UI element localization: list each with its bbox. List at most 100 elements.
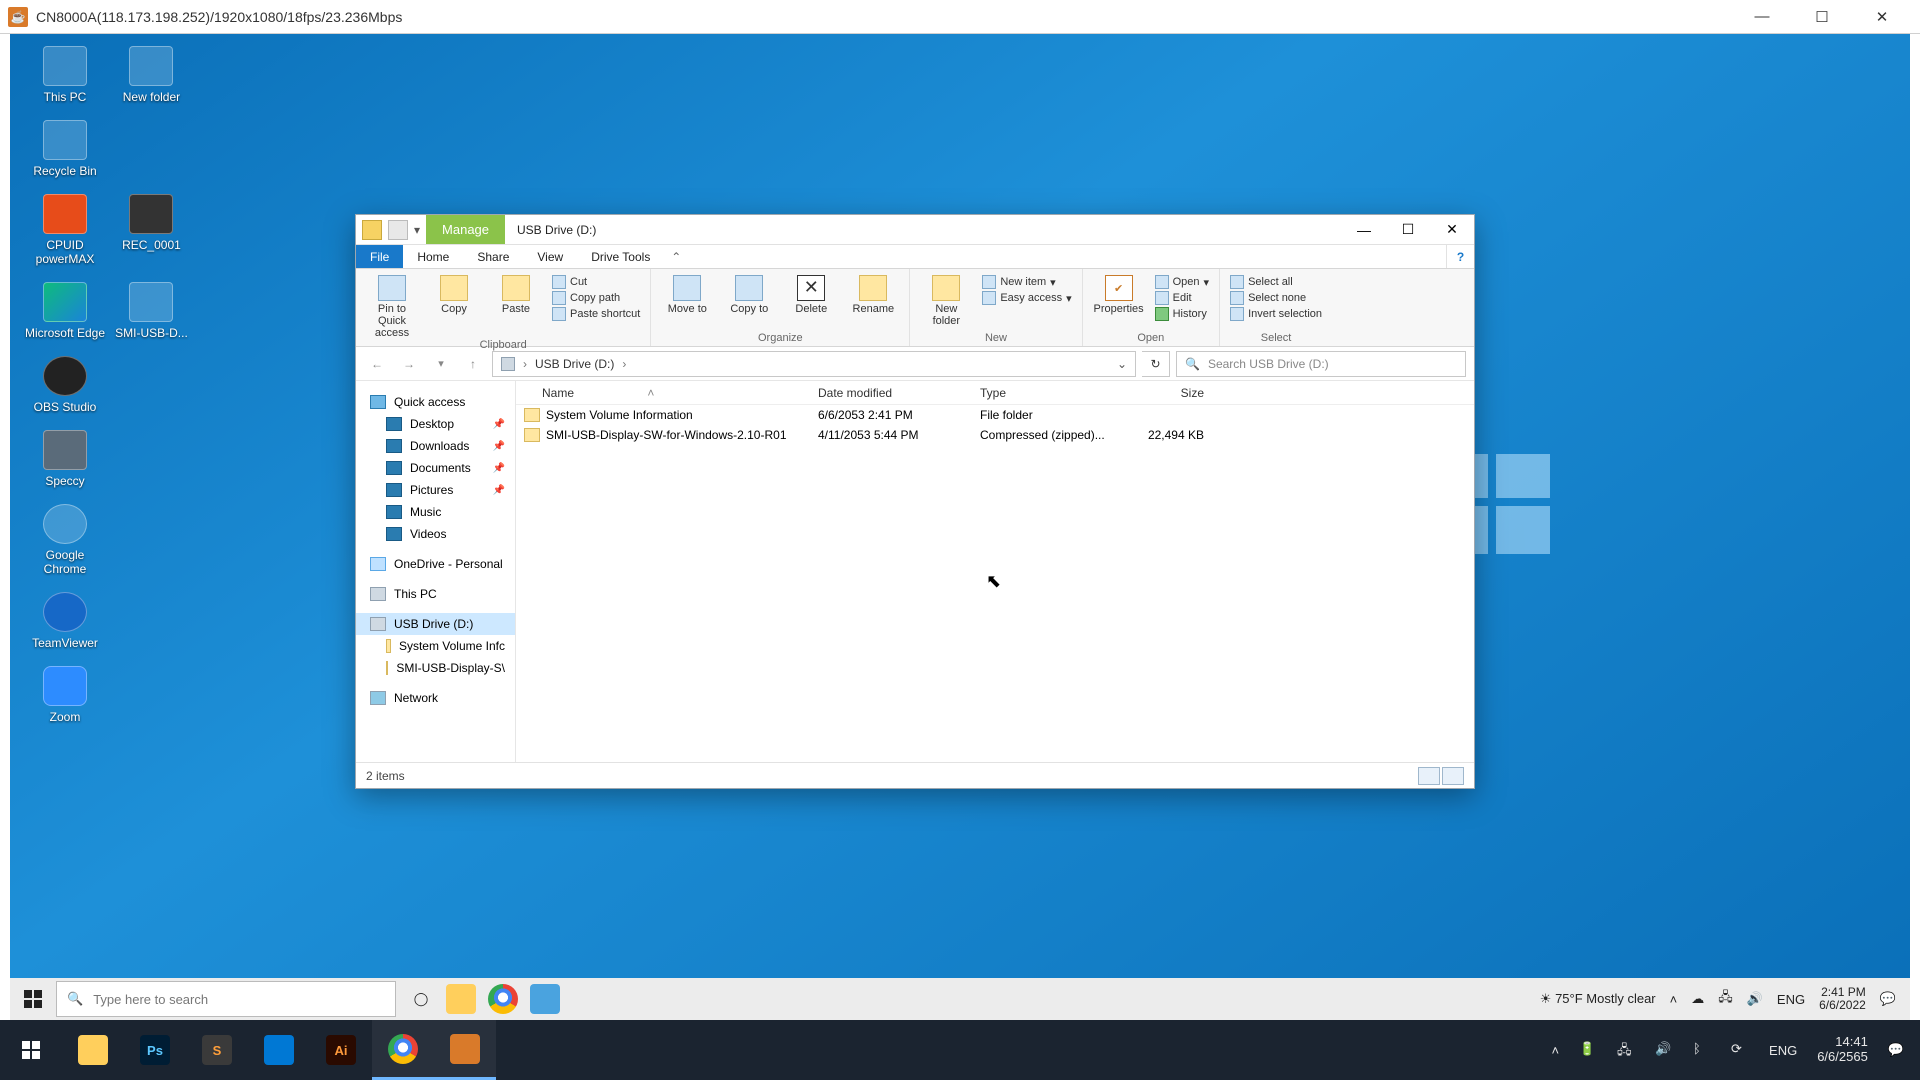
- desktop-icon-obs[interactable]: OBS Studio: [24, 356, 106, 414]
- host-taskbar-photoshop[interactable]: Ps: [124, 1020, 186, 1080]
- address-dropdown-icon[interactable]: ⌄: [1117, 357, 1127, 371]
- host-taskbar-vscode[interactable]: [248, 1020, 310, 1080]
- tray-lang[interactable]: ENG: [1777, 992, 1805, 1007]
- desktop-icon-rec0001[interactable]: REC_0001: [110, 194, 192, 252]
- col-name[interactable]: Name ˄: [524, 386, 818, 400]
- nav-usb-drive[interactable]: USB Drive (D:): [356, 613, 515, 635]
- nav-downloads[interactable]: Downloads📌: [356, 435, 515, 457]
- taskbar-chrome[interactable]: [488, 984, 518, 1014]
- tray-chevron-icon[interactable]: ˄: [1670, 992, 1678, 1007]
- explorer-maximize-button[interactable]: ☐: [1386, 215, 1430, 244]
- host-taskbar-illustrator[interactable]: Ai: [310, 1020, 372, 1080]
- explorer-minimize-button[interactable]: —: [1342, 215, 1386, 244]
- host-tray-notifications-icon[interactable]: 💬: [1888, 1042, 1904, 1058]
- help-icon[interactable]: ?: [1446, 245, 1474, 268]
- tray-volume-icon[interactable]: 🔊: [1747, 991, 1763, 1007]
- tray-onedrive-icon[interactable]: ☁: [1691, 991, 1704, 1007]
- ribbon-edit-button[interactable]: Edit: [1155, 291, 1209, 305]
- ribbon-move-to-button[interactable]: Move to: [661, 273, 713, 315]
- column-headers[interactable]: Name ˄ Date modified Type Size: [516, 381, 1474, 405]
- host-tray-lang[interactable]: ENG: [1769, 1043, 1797, 1058]
- ribbon-easy-access-button[interactable]: Easy access ▾: [982, 291, 1071, 305]
- view-large-icons-button[interactable]: [1442, 767, 1464, 785]
- ribbon-history-button[interactable]: History: [1155, 307, 1209, 321]
- kvm-minimize-button[interactable]: —: [1732, 0, 1792, 34]
- desktop-icon-edge[interactable]: Microsoft Edge: [24, 282, 106, 340]
- ribbon-paste-button[interactable]: Paste: [490, 273, 542, 315]
- ribbon-new-item-button[interactable]: New item ▾: [982, 275, 1071, 289]
- ribbon-tab-file[interactable]: File: [356, 245, 403, 268]
- tray-notifications-icon[interactable]: 💬: [1880, 991, 1896, 1007]
- host-taskbar-file-explorer[interactable]: [62, 1020, 124, 1080]
- nav-usb-child[interactable]: System Volume Infc: [356, 635, 515, 657]
- ribbon-copy-to-button[interactable]: Copy to: [723, 273, 775, 315]
- host-tray-battery-icon[interactable]: 🔋: [1579, 1041, 1597, 1059]
- nav-desktop[interactable]: Desktop📌: [356, 413, 515, 435]
- desktop-icon-smi-usb[interactable]: SMI-USB-D...: [110, 282, 192, 340]
- col-type[interactable]: Type: [980, 386, 1114, 400]
- search-input[interactable]: 🔍 Search USB Drive (D:): [1176, 351, 1466, 377]
- nav-recent-button[interactable]: ▾: [428, 351, 454, 377]
- ribbon-rename-button[interactable]: Rename: [847, 273, 899, 315]
- desktop-icon-speccy[interactable]: Speccy: [24, 430, 106, 488]
- ribbon-invert-selection-button[interactable]: Invert selection: [1230, 307, 1322, 321]
- ribbon-delete-button[interactable]: ✕Delete: [785, 273, 837, 315]
- view-details-button[interactable]: [1418, 767, 1440, 785]
- qat-dropdown-icon[interactable]: ▾: [414, 223, 420, 237]
- nav-back-button[interactable]: ←: [364, 351, 390, 377]
- ribbon-collapse-icon[interactable]: ⌃: [664, 245, 688, 268]
- col-date[interactable]: Date modified: [818, 386, 980, 400]
- desktop-icon-powermax[interactable]: CPUID powerMAX: [24, 194, 106, 266]
- kvm-maximize-button[interactable]: ☐: [1792, 0, 1852, 34]
- ribbon-select-none-button[interactable]: Select none: [1230, 291, 1322, 305]
- desktop-icon-recycle-bin[interactable]: Recycle Bin: [24, 120, 106, 178]
- desktop-icon-this-pc[interactable]: This PC: [24, 46, 106, 104]
- ribbon-open-button[interactable]: Open ▾: [1155, 275, 1209, 289]
- nav-videos[interactable]: Videos: [356, 523, 515, 545]
- ribbon-tab-view[interactable]: View: [523, 245, 577, 268]
- nav-forward-button[interactable]: →: [396, 351, 422, 377]
- file-row[interactable]: SMI-USB-Display-SW-for-Windows-2.10-R01 …: [516, 425, 1474, 445]
- task-view-button[interactable]: ◯: [396, 991, 446, 1007]
- host-taskbar-sublime[interactable]: S: [186, 1020, 248, 1080]
- nav-onedrive[interactable]: OneDrive - Personal: [356, 553, 515, 575]
- nav-usb-child[interactable]: SMI-USB-Display-S\: [356, 657, 515, 679]
- ribbon-tab-drive-tools[interactable]: Drive Tools: [577, 245, 664, 268]
- taskbar-app[interactable]: [530, 984, 560, 1014]
- tray-network-icon[interactable]: 🖧: [1718, 988, 1733, 1010]
- ribbon-new-folder-button[interactable]: New folder: [920, 273, 972, 327]
- qat-icon[interactable]: [362, 220, 382, 240]
- nav-up-button[interactable]: ↑: [460, 351, 486, 377]
- ribbon-contextual-tab-manage[interactable]: Manage: [426, 215, 505, 244]
- nav-documents[interactable]: Documents📌: [356, 457, 515, 479]
- remote-start-button[interactable]: [10, 978, 56, 1020]
- taskbar-file-explorer[interactable]: [446, 984, 476, 1014]
- host-tray-clock[interactable]: 14:416/6/2565: [1817, 1035, 1868, 1065]
- nav-pictures[interactable]: Pictures📌: [356, 479, 515, 501]
- ribbon-tab-share[interactable]: Share: [463, 245, 523, 268]
- nav-network[interactable]: Network: [356, 687, 515, 709]
- weather-widget[interactable]: ☀ 75°F Mostly clear: [1540, 991, 1656, 1007]
- desktop-icon-chrome[interactable]: Google Chrome: [24, 504, 106, 576]
- ribbon-paste-shortcut-button[interactable]: Paste shortcut: [552, 307, 640, 321]
- file-row[interactable]: System Volume Information 6/6/2053 2:41 …: [516, 405, 1474, 425]
- host-taskbar-chrome[interactable]: [372, 1020, 434, 1080]
- kvm-close-button[interactable]: ✕: [1852, 0, 1912, 34]
- col-size[interactable]: Size: [1114, 386, 1224, 400]
- ribbon-cut-button[interactable]: Cut: [552, 275, 640, 289]
- host-tray-chevron-icon[interactable]: ˄: [1551, 1043, 1559, 1058]
- host-tray-bluetooth-icon[interactable]: ᛒ: [1693, 1041, 1711, 1059]
- tray-clock[interactable]: 2:41 PM6/6/2022: [1819, 986, 1866, 1012]
- ribbon-properties-button[interactable]: ✔Properties: [1093, 273, 1145, 315]
- ribbon-copy-button[interactable]: Copy: [428, 273, 480, 315]
- desktop-icon-new-folder[interactable]: New folder: [110, 46, 192, 104]
- host-tray-network-icon[interactable]: 🖧: [1617, 1041, 1635, 1059]
- remote-search-input[interactable]: 🔍Type here to search: [56, 981, 396, 1017]
- ribbon-copy-path-button[interactable]: Copy path: [552, 291, 640, 305]
- host-tray-sync-icon[interactable]: ⟳: [1731, 1041, 1749, 1059]
- host-taskbar-java[interactable]: [434, 1020, 496, 1080]
- explorer-close-button[interactable]: ✕: [1430, 215, 1474, 244]
- qat-icon[interactable]: [388, 220, 408, 240]
- ribbon-select-all-button[interactable]: Select all: [1230, 275, 1322, 289]
- ribbon-pin-to-quick-access[interactable]: Pin to Quick access: [366, 273, 418, 339]
